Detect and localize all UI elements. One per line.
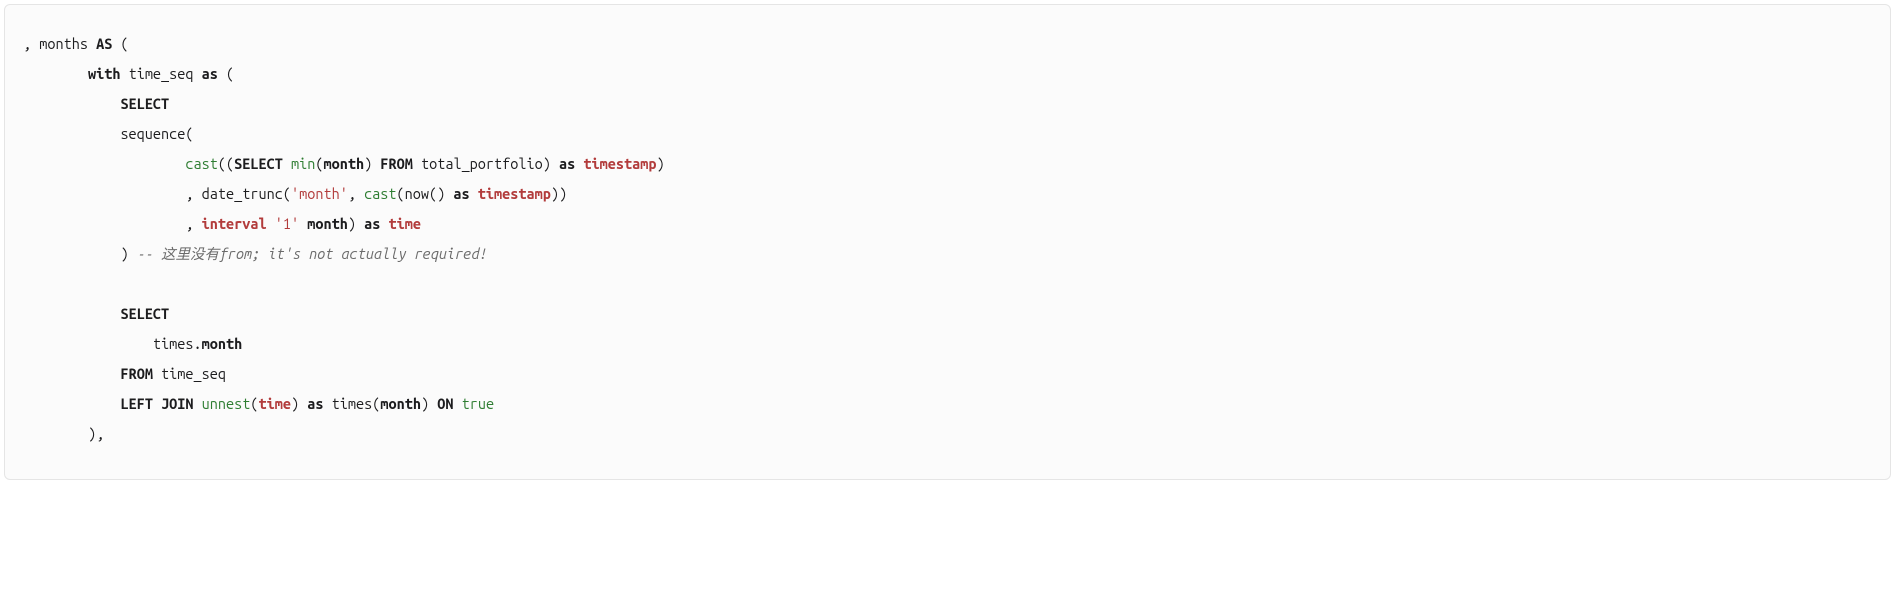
keyword-from: FROM [380,155,412,172]
indent [23,155,185,172]
code-text [283,155,291,172]
keyword-month: month [202,335,243,352]
code-text: times. [23,335,202,352]
keyword-on: ON [437,395,453,412]
fn-cast: cast [364,185,396,202]
code-line: sequence( [23,125,194,142]
keyword-month: month [380,395,421,412]
indent [23,65,88,82]
code-text: ) [364,155,380,172]
keyword-interval: interval [202,215,267,232]
type-timestamp: timestamp [478,185,551,202]
code-line: cast((SELECT min(month) FROM total_portf… [23,155,665,172]
ident-time: time [259,395,291,412]
code-text: , date_trunc( [23,185,291,202]
string-literal: 'month' [291,185,348,202]
code-text: ( [315,155,323,172]
code-line: ) -- 这里没有from; it's not actually require… [23,245,487,262]
keyword-as: as [559,155,575,172]
code-text: , [348,185,364,202]
string-literal: '1' [275,215,299,232]
indent [23,95,120,112]
code-text: ) [656,155,664,172]
keyword-month: month [307,215,348,232]
comment: -- 这里没有from; it's not actually required! [137,245,487,262]
keyword-as: AS [96,35,112,52]
code-line: ), [23,425,104,442]
sql-code-block: , months AS ( with time_seq as ( SELECT … [4,4,1891,480]
type-timestamp: timestamp [583,155,656,172]
code-text: total_portfolio) [413,155,559,172]
code-line: FROM time_seq [23,365,226,382]
keyword-select: SELECT [234,155,283,172]
code-text: times( [324,395,381,412]
code-text: , [23,215,202,232]
code-text: ) [23,245,137,262]
code-text [153,395,161,412]
code-line: times.month [23,335,242,352]
keyword-with: with [88,65,120,82]
code-text: ) [421,395,437,412]
fn-unnest: unnest [202,395,251,412]
code-text: ( [112,35,128,52]
code-text: (( [218,155,234,172]
code-text: ), [23,425,104,442]
indent [23,395,120,412]
indent [23,365,120,382]
code-text [267,215,275,232]
fn-cast: cast [185,155,217,172]
keyword-as: as [307,395,323,412]
keyword-select: SELECT [120,305,169,322]
code-line: with time_seq as ( [23,65,234,82]
code-text [194,395,202,412]
keyword-as: as [364,215,380,232]
code-text [470,185,478,202]
keyword-month: month [324,155,365,172]
keyword-true: true [462,395,494,412]
code-text: time_seq [153,365,226,382]
code-text: time_seq [120,65,201,82]
code-text: ( [250,395,258,412]
code-line: , months AS ( [23,35,129,52]
code-line: , date_trunc('month', cast(now() as time… [23,185,567,202]
code-line: SELECT [23,95,169,112]
keyword-as: as [453,185,469,202]
keyword-from: FROM [120,365,152,382]
code-text: ( [218,65,234,82]
indent [23,305,120,322]
code-text: ) [348,215,364,232]
keyword-join: JOIN [161,395,193,412]
fn-min: min [291,155,315,172]
code-line: LEFT JOIN unnest(time) as times(month) O… [23,395,494,412]
code-text: , months [23,35,96,52]
alias-time: time [388,215,420,232]
keyword-select: SELECT [120,95,169,112]
code-line: SELECT [23,305,169,322]
code-text: sequence( [23,125,194,142]
code-text [453,395,461,412]
code-line: , interval '1' month) as time [23,215,421,232]
code-text: (now() [397,185,454,202]
keyword-left: LEFT [120,395,152,412]
keyword-as: as [202,65,218,82]
code-text: )) [551,185,567,202]
code-text: ) [291,395,307,412]
